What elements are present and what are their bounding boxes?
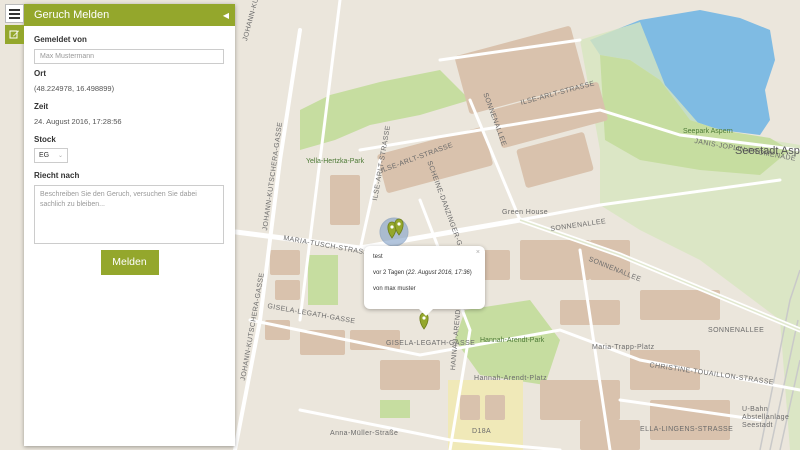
time-label: Zeit: [34, 102, 49, 111]
panel-body: Gemeldet von Max Mustermann Ort (48.2249…: [24, 26, 235, 275]
time-value: 24. August 2016, 17:28:56: [34, 117, 122, 126]
popup-time: vor 2 Tagen (22. August 2016, 17:36): [373, 270, 476, 276]
place-label-hannah-arendt-platz: Hannah-Arendt-Platz: [474, 375, 547, 382]
smell-description-textarea[interactable]: Beschreiben Sie den Geruch, versuchen Si…: [34, 185, 224, 244]
panel-header: Geruch Melden ◀: [24, 4, 235, 26]
floor-label: Stock: [34, 135, 56, 144]
floor-select-value: EG: [39, 152, 50, 159]
report-popup: × test vor 2 Tagen (22. August 2016, 17:…: [364, 246, 485, 316]
street-label-sonnenallee: SONNENALLEE: [708, 327, 765, 334]
chevron-down-icon: ⌄: [57, 153, 63, 159]
panel-title: Geruch Melden: [34, 9, 110, 21]
park-label-hannah-arendt: Hannah-Arendt-Park: [480, 337, 545, 344]
collapse-icon[interactable]: ◀: [223, 11, 229, 20]
reported-by-label: Gemeldet von: [34, 35, 87, 44]
popup-time-detail: 22. August 2016, 17:36: [407, 270, 470, 276]
edit-tab-button[interactable]: [5, 25, 24, 44]
floor-select[interactable]: EG ⌄: [34, 148, 68, 163]
report-panel: Geruch Melden ◀ Gemeldet von Max Musterm…: [24, 4, 235, 446]
submit-report-button[interactable]: Melden: [100, 250, 159, 275]
poi-label-ubahn: U-Bahn Abstellanlage Seestadt: [742, 406, 790, 429]
popup-tip: [419, 309, 433, 316]
location-value: (48.224978, 16.498899): [34, 84, 115, 93]
district-label-seestadt-aspern: Seestadt Aspern: [735, 145, 800, 157]
close-icon[interactable]: ×: [476, 249, 480, 256]
smell-label: Riecht nach: [34, 171, 80, 180]
reported-by-input[interactable]: Max Mustermann: [34, 49, 224, 64]
popup-time-suffix: ): [469, 270, 472, 276]
poi-label-d18a: D18A: [472, 428, 492, 435]
street-label-anna-muller: Anna-Müller-Straße: [330, 430, 399, 437]
popup-title: test: [373, 254, 383, 260]
location-label: Ort: [34, 69, 46, 78]
hamburger-icon-bar: [9, 16, 20, 19]
edit-icon: [9, 30, 19, 39]
popup-author: von max muster: [373, 286, 416, 292]
popup-time-prefix: vor 2 Tagen (: [373, 270, 408, 276]
hamburger-icon-bar: [9, 12, 20, 15]
park-label-seepark-aspern: Seepark Aspern: [683, 128, 733, 135]
poi-label-green-house: Green House: [502, 209, 549, 216]
street-label-ella-lingens: ELLA-LINGENS-STRASSE: [640, 426, 734, 433]
place-label-maria-trapp: Maria-Trapp-Platz: [592, 344, 655, 351]
hamburger-icon-bar: [9, 8, 20, 11]
street-label-gisela-legath: GISELA-LEGATH-GASSE: [386, 340, 476, 347]
menu-toggle-button[interactable]: [5, 4, 24, 23]
park-label-yella-hertzka: Yella-Hertzka-Park: [306, 158, 365, 165]
